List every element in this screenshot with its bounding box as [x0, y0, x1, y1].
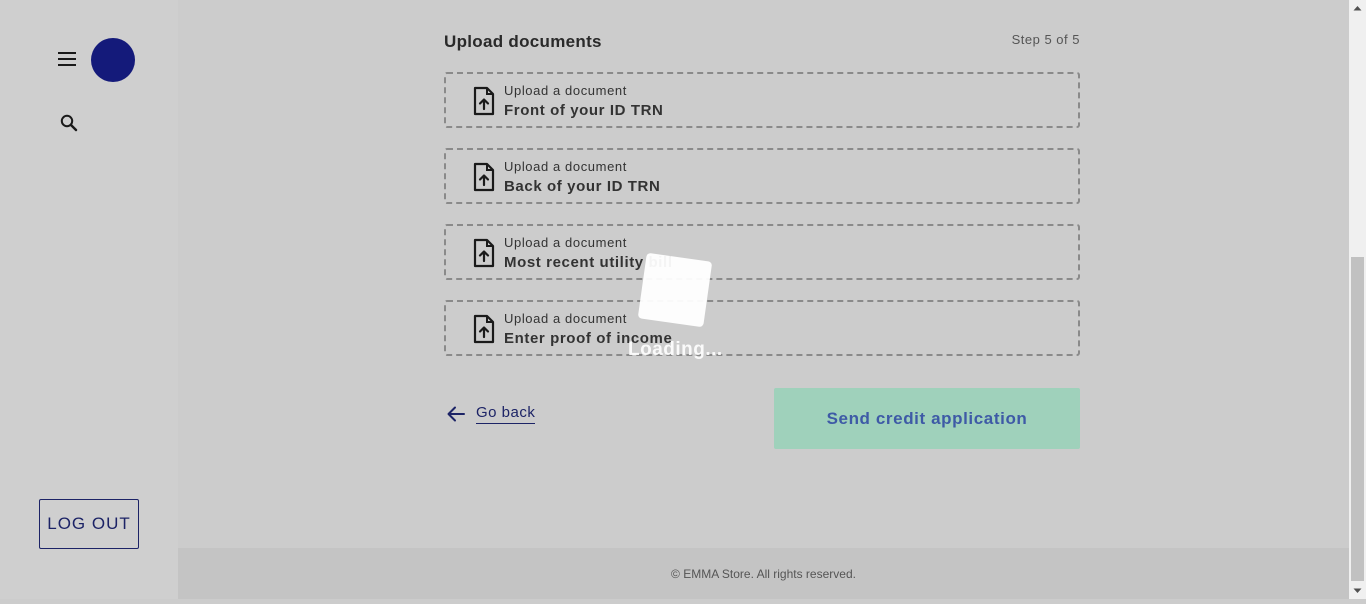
scroll-up-icon[interactable]: [1349, 0, 1366, 17]
upload-file-icon: [472, 86, 496, 116]
logout-button[interactable]: LOG OUT: [39, 499, 139, 549]
scrollbar-thumb[interactable]: [1351, 257, 1364, 581]
arrow-left-icon: [446, 404, 466, 424]
upload-file-icon: [472, 162, 496, 192]
upload-document-name: Front of your ID TRN: [504, 102, 664, 119]
upload-label: Upload a document: [504, 83, 627, 98]
vertical-scrollbar[interactable]: [1349, 0, 1366, 599]
upload-file-icon: [472, 238, 496, 268]
sidebar: LOG OUT: [0, 0, 178, 599]
loading-text: Loading...: [628, 339, 723, 360]
page-title: Upload documents: [444, 32, 602, 51]
upload-label: Upload a document: [504, 311, 627, 326]
copyright-text: © EMMA Store. All rights reserved.: [671, 566, 856, 581]
upload-back-id[interactable]: Upload a document Back of your ID TRN: [444, 148, 1080, 204]
upload-proof-of-income[interactable]: Upload a document Enter proof of income: [444, 300, 1080, 356]
search-icon[interactable]: [59, 113, 79, 133]
upload-front-id[interactable]: Upload a document Front of your ID TRN: [444, 72, 1080, 128]
hamburger-menu-icon[interactable]: [57, 50, 77, 68]
footer: © EMMA Store. All rights reserved.: [178, 548, 1349, 599]
go-back-link[interactable]: Go back: [446, 402, 536, 426]
step-indicator: Step 5 of 5: [1011, 32, 1080, 47]
upload-label: Upload a document: [504, 235, 627, 250]
scroll-down-icon[interactable]: [1349, 582, 1366, 599]
avatar[interactable]: [91, 38, 135, 82]
send-credit-application-button[interactable]: Send credit application: [774, 388, 1080, 449]
upload-label: Upload a document: [504, 159, 627, 174]
upload-document-name: Back of your ID TRN: [504, 178, 661, 195]
loading-spinner-icon: [637, 252, 713, 328]
upload-file-icon: [472, 314, 496, 344]
upload-utility-bill[interactable]: Upload a document Most recent utility bi…: [444, 224, 1080, 280]
go-back-label[interactable]: Go back: [476, 404, 536, 424]
